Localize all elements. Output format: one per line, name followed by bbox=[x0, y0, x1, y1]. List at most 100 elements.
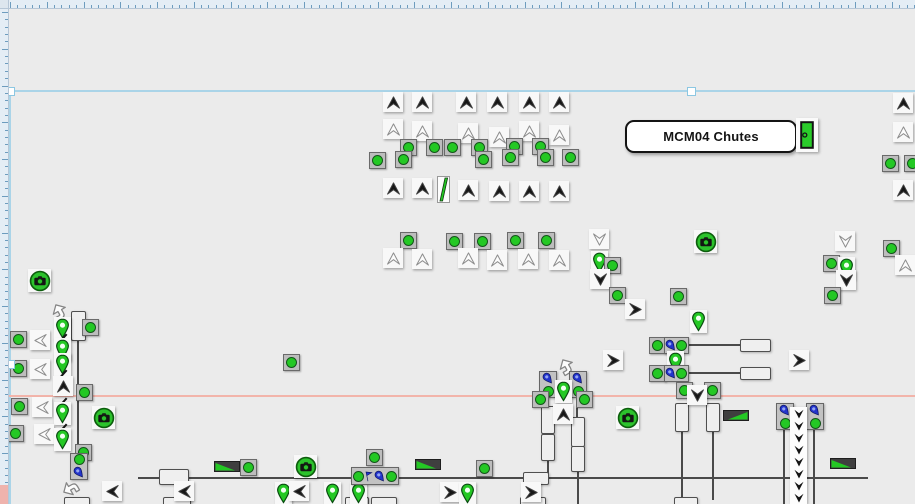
valve-indicator[interactable] bbox=[796, 118, 818, 152]
camera-icon[interactable] bbox=[92, 406, 115, 429]
chevron-down-outline-icon[interactable] bbox=[589, 229, 609, 249]
status-indicator[interactable] bbox=[538, 232, 555, 249]
chevron-up-icon[interactable] bbox=[412, 92, 432, 112]
chevron-up-icon[interactable] bbox=[893, 180, 913, 200]
chevron-right-icon[interactable] bbox=[789, 350, 809, 370]
chevron-left-icon[interactable] bbox=[174, 481, 194, 501]
location-pin-icon[interactable] bbox=[555, 380, 572, 403]
chevron-up-outline-icon[interactable] bbox=[549, 125, 569, 145]
chevron-up-outline-icon[interactable] bbox=[458, 248, 478, 268]
chevron-up-outline-icon[interactable] bbox=[412, 249, 432, 269]
chevron-left-outline-icon[interactable] bbox=[34, 424, 54, 444]
chevron-right-icon[interactable] bbox=[603, 350, 623, 370]
chevron-up-outline-icon[interactable] bbox=[412, 121, 432, 141]
status-indicator[interactable] bbox=[576, 391, 593, 408]
status-indicator[interactable] bbox=[426, 139, 443, 156]
status-indicator[interactable] bbox=[366, 449, 383, 466]
status-indicator[interactable] bbox=[507, 232, 524, 249]
status-indicator[interactable] bbox=[369, 152, 386, 169]
chevron-up-icon[interactable] bbox=[487, 92, 507, 112]
chevron-up-icon[interactable] bbox=[893, 93, 913, 113]
status-indicator[interactable] bbox=[7, 425, 24, 442]
status-indicator[interactable] bbox=[537, 149, 554, 166]
camera-icon[interactable] bbox=[616, 406, 639, 429]
status-indicator[interactable] bbox=[670, 288, 687, 305]
chevron-left-outline-icon[interactable] bbox=[30, 359, 50, 379]
selection-handle[interactable] bbox=[687, 87, 696, 96]
chevron-up-outline-icon[interactable] bbox=[549, 250, 569, 270]
signal-box[interactable] bbox=[806, 403, 824, 430]
station-rect[interactable] bbox=[541, 434, 555, 461]
location-pin-icon[interactable] bbox=[324, 482, 341, 504]
status-indicator[interactable] bbox=[10, 331, 27, 348]
chevron-up-icon[interactable] bbox=[383, 92, 403, 112]
chevron-up-outline-icon[interactable] bbox=[487, 250, 507, 270]
chevron-up-icon[interactable] bbox=[549, 92, 569, 112]
chevron-right-icon[interactable] bbox=[625, 299, 645, 319]
status-indicator[interactable] bbox=[532, 391, 549, 408]
chevron-down-icon[interactable] bbox=[590, 269, 610, 289]
chevron-up-outline-icon[interactable] bbox=[518, 249, 538, 269]
chevron-left-outline-icon[interactable] bbox=[32, 397, 52, 417]
chevron-up-outline-icon[interactable] bbox=[383, 119, 403, 139]
station-rect[interactable] bbox=[740, 367, 771, 380]
turn-arrow-icon[interactable] bbox=[60, 477, 82, 499]
location-pin-icon[interactable] bbox=[54, 402, 71, 425]
guide-red-horizontal[interactable] bbox=[9, 395, 915, 397]
status-indicator[interactable] bbox=[444, 139, 461, 156]
chevron-up-icon[interactable] bbox=[553, 404, 573, 424]
station-rect[interactable] bbox=[571, 446, 585, 472]
status-indicator[interactable] bbox=[502, 149, 519, 166]
status-indicator[interactable] bbox=[283, 354, 300, 371]
chute-chevrons[interactable] bbox=[790, 407, 807, 504]
station-rect[interactable] bbox=[740, 339, 771, 352]
status-indicator[interactable] bbox=[824, 287, 841, 304]
gate-indicator[interactable] bbox=[437, 176, 450, 203]
chevron-up-icon[interactable] bbox=[519, 92, 539, 112]
status-indicator[interactable] bbox=[11, 398, 28, 415]
chevron-up-icon[interactable] bbox=[412, 178, 432, 198]
signal-box[interactable] bbox=[664, 365, 689, 382]
ramp-gauge[interactable] bbox=[830, 458, 856, 469]
chevron-left-icon[interactable] bbox=[289, 481, 309, 501]
chevron-right-icon[interactable] bbox=[521, 482, 541, 502]
status-indicator[interactable] bbox=[562, 149, 579, 166]
status-indicator[interactable] bbox=[400, 232, 417, 249]
ramp-gauge[interactable] bbox=[415, 459, 441, 470]
location-pin-icon[interactable] bbox=[690, 310, 707, 333]
station-rect[interactable] bbox=[371, 497, 397, 504]
camera-icon[interactable] bbox=[694, 230, 717, 253]
status-indicator[interactable] bbox=[82, 319, 99, 336]
chevron-up-icon[interactable] bbox=[383, 178, 403, 198]
chevron-up-icon[interactable] bbox=[549, 181, 569, 201]
station-rect[interactable] bbox=[571, 417, 585, 447]
ramp-gauge[interactable] bbox=[723, 410, 749, 421]
status-indicator[interactable] bbox=[240, 459, 257, 476]
multi-status-box[interactable] bbox=[351, 467, 399, 485]
chevron-up-outline-icon[interactable] bbox=[893, 122, 913, 142]
station-rect[interactable] bbox=[706, 403, 720, 432]
chevron-up-icon[interactable] bbox=[53, 376, 73, 396]
chute-group-label[interactable]: MCM04 Chutes bbox=[625, 120, 797, 153]
chevron-up-icon[interactable] bbox=[519, 181, 539, 201]
station-rect[interactable] bbox=[675, 403, 689, 432]
chevron-left-outline-icon[interactable] bbox=[30, 330, 50, 350]
chevron-up-icon[interactable] bbox=[456, 92, 476, 112]
chevron-left-icon[interactable] bbox=[102, 481, 122, 501]
status-indicator[interactable] bbox=[76, 384, 93, 401]
chevron-up-outline-icon[interactable] bbox=[383, 248, 403, 268]
chevron-right-icon[interactable] bbox=[440, 482, 460, 502]
camera-icon[interactable] bbox=[28, 269, 51, 292]
horizontal-ruler[interactable] bbox=[0, 0, 915, 9]
status-indicator[interactable] bbox=[904, 155, 915, 172]
chevron-up-icon[interactable] bbox=[458, 180, 478, 200]
vertical-ruler[interactable] bbox=[0, 8, 9, 504]
status-indicator[interactable] bbox=[882, 155, 899, 172]
status-indicator[interactable] bbox=[475, 151, 492, 168]
chevron-down-outline-icon[interactable] bbox=[835, 231, 855, 251]
station-rect[interactable] bbox=[674, 497, 698, 504]
chevron-up-icon[interactable] bbox=[489, 181, 509, 201]
status-indicator[interactable] bbox=[395, 151, 412, 168]
chevron-up-outline-icon[interactable] bbox=[895, 255, 915, 275]
location-pin-icon[interactable] bbox=[54, 428, 71, 451]
